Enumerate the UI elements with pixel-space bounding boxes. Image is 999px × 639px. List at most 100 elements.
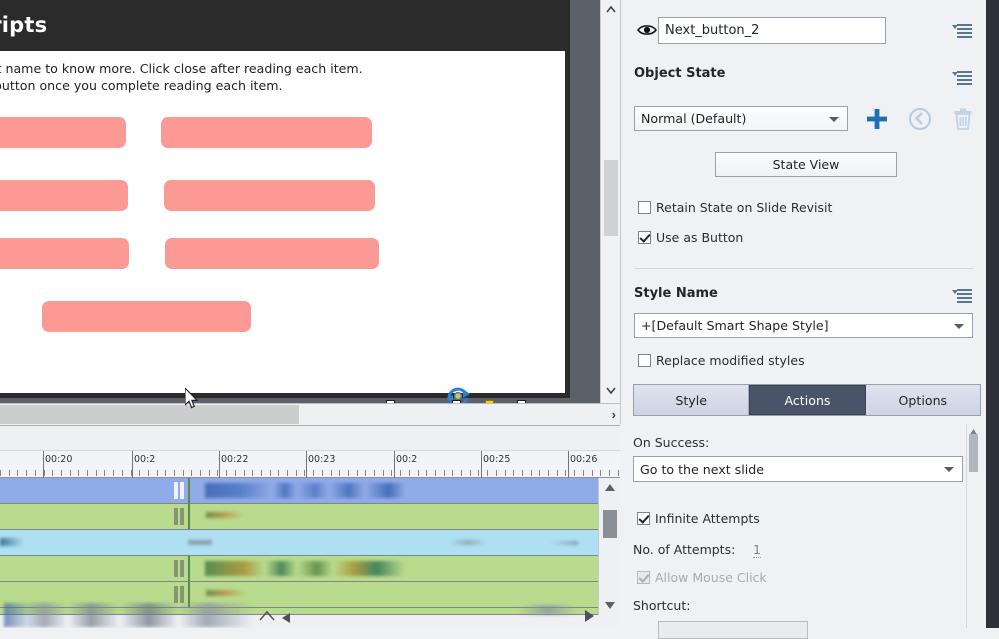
tab-actions[interactable]: Actions xyxy=(749,385,866,415)
ruler-tick xyxy=(339,470,340,476)
timeline-play-right-icon[interactable] xyxy=(582,609,596,626)
ruler-tick xyxy=(70,470,71,476)
object-name-menu-icon[interactable] xyxy=(952,24,972,38)
timeline-track-4[interactable] xyxy=(0,556,598,582)
ruler-tick xyxy=(418,470,419,476)
tab-options[interactable]: Options xyxy=(865,385,980,415)
timeline-scroll-thumb[interactable] xyxy=(603,510,617,538)
timeline-status-controls[interactable] xyxy=(4,603,294,627)
tab-style[interactable]: Style xyxy=(634,385,750,415)
script-pill-6[interactable] xyxy=(165,238,379,269)
ruler-tick xyxy=(618,470,619,476)
state-view-button[interactable]: State View xyxy=(715,152,897,177)
timeline-vertical-scrollbar[interactable] xyxy=(598,478,620,615)
script-pill-4[interactable] xyxy=(164,180,375,211)
retain-state-checkbox[interactable] xyxy=(638,201,651,214)
ruler-tick xyxy=(252,470,253,476)
style-name-heading: Style Name xyxy=(634,286,718,301)
app-window: base Scripts Click each script name to k… xyxy=(0,0,999,639)
attempts-value[interactable]: 1 xyxy=(753,542,761,558)
scroll-right-icon[interactable]: › xyxy=(612,407,616,422)
track-playhead-2[interactable] xyxy=(188,504,190,529)
ruler-tick xyxy=(513,470,514,476)
ruler-tick xyxy=(113,470,114,476)
ruler-tick xyxy=(322,470,323,476)
timeline-track-3[interactable] xyxy=(0,530,598,556)
timeline-tracks[interactable] xyxy=(0,478,598,615)
stage-vertical-scrollbar[interactable] xyxy=(600,0,620,403)
ruler-tick xyxy=(139,470,140,476)
style-name-select[interactable]: +[Default Smart Shape Style] xyxy=(634,313,973,338)
ruler-tick xyxy=(61,470,62,476)
ruler-tick xyxy=(131,470,132,476)
ruler-tick xyxy=(35,470,36,476)
timeline-ruler[interactable]: 00:20 00:2 00:22 00:23 00:2 00:25 00:26 xyxy=(0,451,620,478)
ruler-tick xyxy=(609,470,610,476)
ruler-tick xyxy=(52,470,53,476)
ruler-tick xyxy=(365,470,366,476)
ruler-tick xyxy=(444,470,445,476)
actions-scroll-thumb[interactable] xyxy=(969,434,978,472)
track-playhead-4[interactable] xyxy=(188,556,190,581)
script-pill-3[interactable] xyxy=(0,180,128,211)
object-state-select[interactable]: Normal (Default) xyxy=(634,106,848,131)
scroll-up-icon[interactable] xyxy=(601,0,620,18)
timeline-track-1[interactable] xyxy=(0,478,598,504)
ruler-tick xyxy=(539,470,540,476)
actions-pane: On Success: Go to the next slide Infinit… xyxy=(620,424,999,639)
object-state-menu-icon[interactable] xyxy=(952,71,972,85)
ruler-tick xyxy=(374,470,375,476)
shortcut-input[interactable] xyxy=(658,621,808,639)
timeline-scroll-up-icon[interactable] xyxy=(600,478,619,496)
on-success-select[interactable]: Go to the next slide xyxy=(633,456,963,482)
stage-hscroll-thumb[interactable] xyxy=(0,405,299,424)
timeline-panel[interactable]: 00:20 00:2 00:22 00:23 00:2 00:25 00:26 xyxy=(0,425,620,628)
ruler-tick xyxy=(165,470,166,476)
stage-horizontal-scrollbar[interactable]: › xyxy=(0,403,620,425)
actions-scroll-up-icon[interactable] xyxy=(969,425,978,436)
timeline-status-bar[interactable] xyxy=(0,603,620,628)
script-pill-5[interactable] xyxy=(0,238,129,269)
timeline-play-left-icon[interactable] xyxy=(280,612,292,627)
infinite-attempts-checkbox[interactable] xyxy=(637,512,650,525)
timeline-track-2[interactable] xyxy=(0,504,598,530)
stage-scroll-thumb[interactable] xyxy=(604,160,618,236)
ruler-tick xyxy=(296,470,297,476)
ruler-tick xyxy=(348,470,349,476)
shortcut-label: Shortcut: xyxy=(633,598,691,613)
slide-title: base Scripts xyxy=(0,13,48,37)
eye-icon[interactable] xyxy=(637,23,657,37)
script-pill-2[interactable] xyxy=(161,117,372,148)
timeline-scroll-down-icon[interactable] xyxy=(600,596,619,614)
ruler-tick xyxy=(583,470,584,476)
ruler-tick xyxy=(0,470,1,476)
track-waveform-3d xyxy=(550,541,578,545)
on-success-value: Go to the next slide xyxy=(640,461,764,477)
style-name-value: +[Default Smart Shape Style] xyxy=(641,318,829,333)
actions-pane-scrollbar[interactable] xyxy=(966,424,979,628)
pause-marker-4[interactable] xyxy=(174,560,185,577)
ruler-tick xyxy=(357,470,358,476)
ruler-tick xyxy=(565,470,566,476)
pause-marker-5[interactable] xyxy=(174,586,185,603)
plus-icon[interactable] xyxy=(866,108,888,130)
pause-marker-1[interactable] xyxy=(174,482,185,499)
ruler-tick xyxy=(426,470,427,476)
use-as-button-checkbox[interactable] xyxy=(638,231,651,244)
pause-marker-2[interactable] xyxy=(174,508,185,525)
replace-styles-checkbox[interactable] xyxy=(638,354,651,367)
script-pill-7[interactable] xyxy=(42,301,251,332)
timeline-status-right[interactable] xyxy=(518,605,578,615)
style-name-menu-icon[interactable] xyxy=(952,289,972,303)
scroll-down-icon[interactable] xyxy=(601,381,620,399)
object-name-input[interactable]: Next_button_2 xyxy=(658,17,886,44)
properties-tab-bar[interactable]: Style Actions Options xyxy=(633,384,981,416)
timeline-collapse-icon[interactable] xyxy=(258,610,276,625)
on-success-label: On Success: xyxy=(633,435,710,450)
slide-canvas[interactable]: base Scripts Click each script name to k… xyxy=(0,0,570,403)
slide-stage[interactable]: base Scripts Click each script name to k… xyxy=(0,0,620,403)
ruler-tick xyxy=(26,470,27,476)
track-playhead-1[interactable] xyxy=(188,478,190,503)
script-pill-1[interactable] xyxy=(0,117,126,148)
ruler-label-2: 00:22 xyxy=(221,454,249,465)
